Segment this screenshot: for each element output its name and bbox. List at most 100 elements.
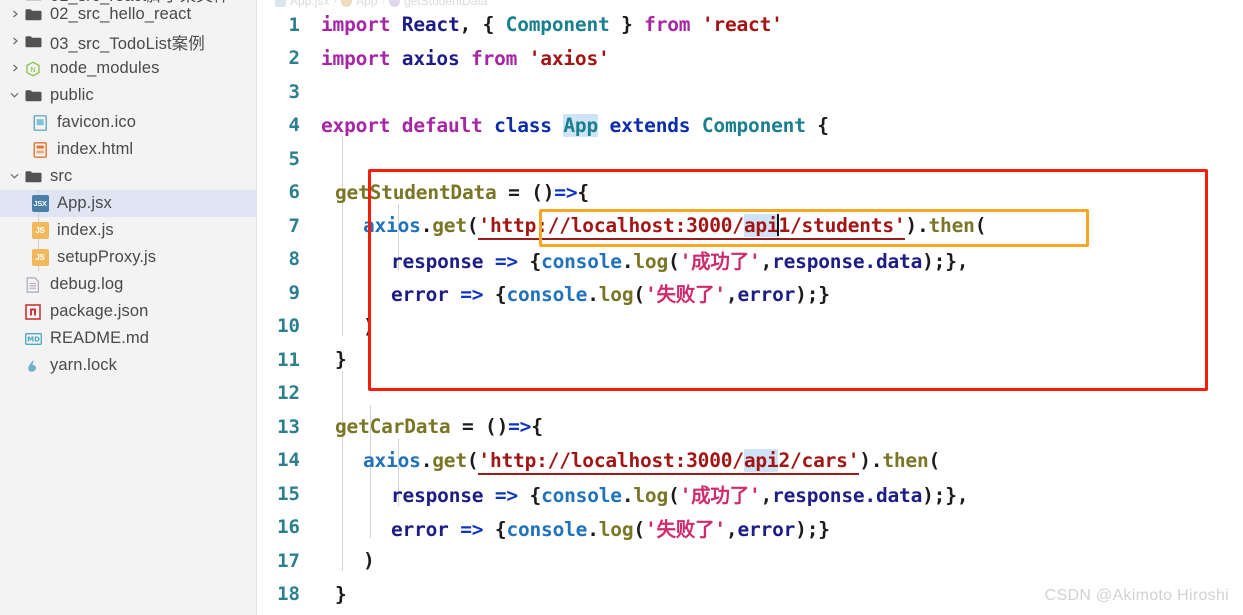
token-default: default [401, 113, 483, 137]
tree-item-label: package.json [50, 302, 149, 320]
chevron-right-icon[interactable] [6, 64, 23, 72]
token-success-string: '成功了' [679, 484, 761, 508]
tree-item-favicon-ico[interactable]: favicon.ico [0, 109, 256, 136]
line-number: 18 [277, 583, 300, 606]
tree-item-02-src-hello-react[interactable]: 02_src_hello_react [0, 1, 256, 28]
code-line[interactable]: 1 import React, { Component } from 'reac… [257, 8, 1243, 42]
line-content[interactable]: import React, { Component } from 'react' [309, 13, 783, 36]
line-content[interactable]: response => {console.log('成功了',response.… [309, 479, 968, 508]
line-number: 12 [277, 382, 300, 405]
line-number: 15 [277, 482, 300, 505]
file-explorer-sidebar[interactable]: 01_src_react脚手架文件 02_src_hello_react 03_… [0, 0, 257, 615]
code-line[interactable]: 11 } [257, 343, 1243, 377]
line-content[interactable]: export default class App extends Compone… [309, 113, 829, 137]
code-line[interactable]: 8 response => {console.log('成功了',respons… [257, 243, 1243, 277]
line-content[interactable]: ) [309, 315, 375, 338]
line-content[interactable]: getCarData = ()=>{ [309, 415, 543, 438]
token-response-data: response.data [772, 249, 923, 273]
token-react: React [401, 13, 460, 37]
line-content[interactable]: error => {console.log('失败了',error);} [309, 513, 830, 542]
watermark-text: CSDN @Akimoto Hiroshi [1044, 587, 1229, 604]
tree-item-setupproxy-js[interactable]: JS setupProxy.js [0, 244, 256, 271]
token-url2-prefix: 'http://localhost:3000/ [478, 448, 744, 472]
token-url2-suffix: 2/cars' [778, 448, 860, 472]
vscode-window: 01_src_react脚手架文件 02_src_hello_react 03_… [0, 0, 1243, 615]
code-line[interactable]: 13 getCarData = ()=>{ [257, 410, 1243, 444]
line-content[interactable]: response => {console.log('成功了',response.… [309, 245, 968, 274]
code-line[interactable]: 17 ) [257, 544, 1243, 578]
breadcrumb-member[interactable]: getStudentData [404, 0, 487, 8]
tree-item-index-js[interactable]: JS index.js [0, 217, 256, 244]
token-arrow: => [508, 415, 532, 439]
line-content[interactable]: import axios from 'axios' [309, 47, 610, 70]
line-number: 6 [288, 181, 300, 204]
code-line[interactable]: 7 axios.get('http://localhost:3000/api1/… [257, 209, 1243, 243]
code-lines-container[interactable]: 1 import React, { Component } from 'reac… [257, 8, 1243, 615]
code-line[interactable]: 16 error => {console.log('失败了',error);} [257, 511, 1243, 545]
token-paren-open: ( [633, 517, 645, 541]
tree-item-node-modules[interactable]: N node_modules [0, 55, 256, 82]
line-content[interactable]: axios.get('http://localhost:3000/api2/ca… [309, 448, 940, 475]
line-number: 1 [288, 13, 300, 36]
code-line[interactable]: 15 response => {console.log('成功了',respon… [257, 477, 1243, 511]
line-content[interactable]: axios.get('http://localhost:3000/api1/st… [309, 214, 986, 241]
line-number: 17 [277, 549, 300, 572]
tree-item-readme-md[interactable]: MD README.md [0, 325, 256, 352]
token-close-call: );}, [922, 484, 969, 508]
tree-item-package-json[interactable]: package.json [0, 298, 256, 325]
line-number: 11 [277, 348, 300, 371]
chevron-right-icon[interactable] [6, 10, 23, 18]
breadcrumb-file[interactable]: App.jsx [290, 0, 329, 8]
token-log-method: log [598, 283, 634, 307]
token-comma: , [760, 484, 773, 508]
folder-icon [23, 6, 43, 24]
code-line[interactable]: 3 [257, 75, 1243, 109]
url-string-1[interactable]: 'http://localhost:3000/api1/students' [478, 214, 906, 241]
token-equals: = [461, 415, 474, 439]
method-symbol-icon [389, 0, 401, 7]
token-close-call: );}, [922, 249, 969, 273]
code-line[interactable]: 12 [257, 377, 1243, 411]
tree-item-src[interactable]: src [0, 163, 256, 190]
chevron-down-icon[interactable] [6, 91, 23, 99]
code-line[interactable]: 6 getStudentData = ()=>{ [257, 176, 1243, 210]
token-open-curly: { [817, 113, 829, 137]
token-console: console [506, 283, 588, 307]
line-content[interactable]: getStudentData = ()=>{ [309, 181, 589, 204]
tree-item-debug-log[interactable]: debug.log [0, 271, 256, 298]
line-number: 3 [288, 80, 300, 103]
breadcrumb[interactable]: App.jsx › App › getStudentData [275, 0, 487, 8]
code-line[interactable]: 10 ) [257, 310, 1243, 344]
tree-item-03-src-todolist[interactable]: 03_src_TodoList案例 [0, 28, 256, 55]
breadcrumb-class[interactable]: App [356, 0, 377, 8]
code-editor-pane[interactable]: App.jsx › App › getStudentData 1 import … [257, 0, 1243, 615]
svg-text:N: N [30, 65, 35, 73]
line-number: 8 [288, 248, 300, 271]
token-comma: , [760, 249, 773, 273]
tree-item-app-jsx[interactable]: JSX App.jsx [0, 190, 256, 217]
code-line[interactable]: 4 export default class App extends Compo… [257, 109, 1243, 143]
chevron-down-icon[interactable] [6, 172, 23, 180]
token-app-occurrence: App [563, 113, 598, 137]
url-string-2[interactable]: 'http://localhost:3000/api2/cars' [478, 448, 860, 475]
line-content[interactable]: } [309, 583, 347, 606]
token-dot: . [420, 448, 433, 472]
token-get-method: get [432, 214, 467, 238]
tree-item-public[interactable]: public [0, 82, 256, 109]
tree-item-label: App.jsx [57, 194, 112, 212]
line-content[interactable]: ) [309, 549, 375, 572]
code-line[interactable]: 5 [257, 142, 1243, 176]
code-line[interactable]: 9 error => {console.log('失败了',error);} [257, 276, 1243, 310]
token-response-data: response.data [772, 484, 923, 508]
token-open-curly: { [494, 517, 507, 541]
token-response-param: response [391, 484, 484, 508]
line-content[interactable]: } [309, 348, 347, 371]
tree-item-label: setupProxy.js [57, 248, 157, 266]
chevron-right-icon[interactable] [6, 37, 23, 45]
tree-item-yarn-lock[interactable]: yarn.lock [0, 352, 256, 379]
line-content[interactable]: error => {console.log('失败了',error);} [309, 278, 830, 307]
code-line[interactable]: 2 import axios from 'axios' [257, 42, 1243, 76]
tree-item-index-html[interactable]: index.html [0, 136, 256, 163]
line-number: 14 [277, 449, 300, 472]
code-line[interactable]: 14 axios.get('http://localhost:3000/api2… [257, 444, 1243, 478]
